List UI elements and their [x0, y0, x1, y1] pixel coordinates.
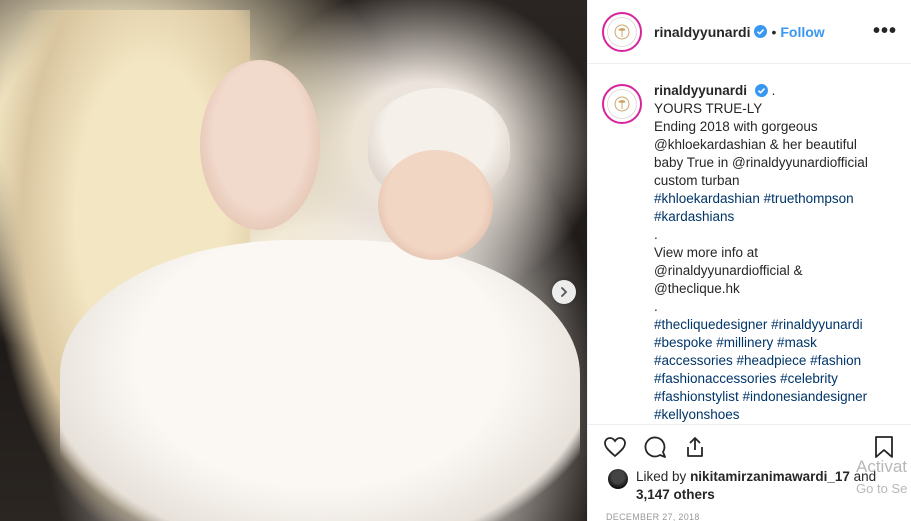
caption-author-avatar[interactable] [602, 84, 642, 124]
caption-line[interactable]: #bespoke #millinery #mask [654, 334, 894, 352]
liker-avatar[interactable] [608, 469, 628, 489]
author-logo-icon [607, 16, 637, 47]
caption-username[interactable]: rinaldyyunardi [654, 83, 747, 98]
watermark-line2: Go to Se [856, 481, 908, 496]
activate-windows-watermark: Activat Go to Se [856, 456, 907, 500]
likes-count[interactable]: 3,147 others [636, 487, 715, 502]
caption-line[interactable]: #accessories #headpiece #fashion [654, 352, 894, 370]
next-photo-button[interactable] [552, 280, 576, 304]
heart-icon [604, 436, 626, 457]
post-side-panel: rinaldyyunardi • Follow ••• rinaldyyunar… [587, 0, 911, 521]
share-button[interactable] [682, 434, 708, 460]
separator-dot: • [771, 23, 777, 40]
caption-lines: YOURS TRUE-LY Ending 2018 with gorgeous @k… [654, 100, 894, 422]
photo-region-baby [378, 150, 493, 260]
caption-line: Ending 2018 with gorgeous [654, 119, 818, 134]
caption-line: . [654, 299, 658, 314]
caption-line[interactable]: #kardashians [654, 208, 894, 226]
bookmark-icon [875, 435, 893, 458]
follow-button[interactable]: Follow [780, 24, 824, 40]
caption-line: . [654, 227, 658, 242]
verified-badge-icon [754, 25, 768, 38]
author-username[interactable]: rinaldyyunardi [654, 24, 750, 40]
caption-line: @rinaldyyunardiofficial & [654, 263, 803, 278]
post-date[interactable]: DECEMBER 27, 2018 [606, 512, 700, 521]
more-options-button[interactable]: ••• [873, 20, 897, 43]
caption-line: View more info at [654, 245, 759, 260]
comment-icon [644, 436, 666, 458]
watermark-line1: Activat [856, 457, 908, 476]
photo-region-face [200, 60, 320, 230]
share-icon [687, 436, 703, 457]
likes-prefix: Liked by [636, 469, 687, 484]
caption-line[interactable]: #fashionaccessories #celebrity [654, 370, 894, 388]
caption-line: baby True in @rinaldyyunardiofficial [654, 155, 868, 170]
caption-text: rinaldyyunardi . YOURS TRUE-LY Ending 201… [654, 82, 894, 422]
caption-line[interactable]: #khloekardashian #truethompson [654, 190, 894, 208]
post-header: rinaldyyunardi • Follow ••• [588, 0, 911, 64]
photo-region-dress [60, 240, 580, 521]
caption-line[interactable]: #kellyonshoes [654, 406, 894, 422]
verified-badge-icon [754, 84, 768, 97]
caption-line: @theclique.hk [654, 281, 740, 296]
caption-line: YOURS TRUE-LY [654, 101, 763, 116]
caption-area: rinaldyyunardi . YOURS TRUE-LY Ending 201… [602, 82, 911, 422]
caption-line: custom turban [654, 173, 740, 188]
likes-text: Liked by nikitamirzanimawardi_17 and 3,1… [636, 468, 876, 504]
caption-line[interactable]: #thecliquedesigner #rinaldyyunardi [654, 316, 894, 334]
chevron-right-icon [561, 287, 568, 297]
caption-period: . [771, 83, 776, 98]
author-logo-icon [607, 89, 637, 119]
liker-username[interactable]: nikitamirzanimawardi_17 [690, 469, 850, 484]
caption-line: @khloekardashian & her beautiful [654, 137, 857, 152]
caption-line[interactable]: #fashionstylist #indonesiandesigner [654, 388, 894, 406]
comment-button[interactable] [642, 434, 668, 460]
author-avatar[interactable] [602, 11, 642, 52]
like-button[interactable] [602, 434, 628, 460]
post-photo[interactable] [0, 0, 587, 521]
